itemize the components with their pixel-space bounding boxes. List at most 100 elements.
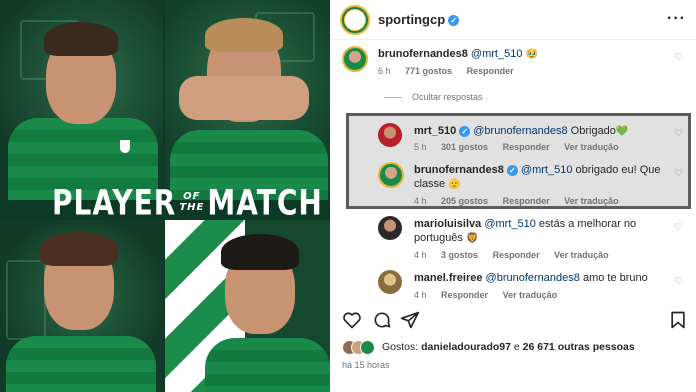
comment-mention[interactable]: @brunofernandes8 [473,125,567,137]
comment-meta: 6 h 771 gostos Responder [378,66,526,76]
comment-avatar[interactable] [342,46,368,72]
post-image[interactable]: PLAYER OF THE MATCH [0,0,330,392]
player-photo-bottom-left [0,220,163,392]
player-hair [44,22,118,56]
player-photo-bottom-right [165,220,330,392]
comment-body: amo te bruno [579,272,648,284]
comment-text: brunofernandes8 ✓ @mrt_510 obrigado eu! Q… [414,163,661,192]
comment-text: marioluisilva @mrt_510 estás a melhorar … [414,217,636,246]
post-action-bar [330,306,696,334]
translate-button[interactable]: Ver tradução [554,250,609,260]
verified-badge-icon: ✓ [448,15,460,27]
comment-like-heart-icon[interactable]: ♡ [674,53,684,63]
player-of-the-match-title: PLAYER OF THE MATCH [52,180,322,224]
account-name[interactable]: sportingcp ✓ [378,12,460,27]
comment-time: 4 h [414,290,427,300]
translate-button[interactable]: Ver tradução [564,196,619,206]
comment-meta: 4 h 3 gostos Responder Ver tradução [414,250,621,260]
send-icon[interactable] [400,310,420,330]
comment-username[interactable]: manel.freiree [414,272,482,284]
comment-username[interactable]: mrt_510 [414,125,456,137]
reply-button[interactable]: Responder [503,142,550,152]
comment-time: 4 h [414,250,427,260]
club-crest [120,140,130,153]
liker-username[interactable]: danieladourado97 [421,341,511,353]
comment-like-heart-icon[interactable]: ♡ [674,223,684,233]
comment-text: mrt_510 ✓ @brunofernandes8 Obrigado💚 [414,124,628,139]
reply-button[interactable]: Responder [493,250,540,260]
comment-username[interactable]: brunofernandes8 [414,164,504,176]
comment-icon[interactable] [372,310,392,330]
comment-meta: 4 h Responder Ver tradução [414,290,569,300]
verified-badge-icon: ✓ [459,125,471,137]
account-avatar[interactable] [340,5,370,35]
comment-text: manel.freiree @brunofernandes8 amo te br… [414,271,648,285]
player-hair [205,18,283,52]
replies-divider [384,96,402,98]
comment-meta: 4 h 205 gostos Responder Ver tradução [414,196,631,206]
title-of-the: OF THE [179,191,204,213]
comment-likes[interactable]: 771 gostos [405,66,452,76]
reply-button[interactable]: Responder [503,196,550,206]
likes-conjunction: e [510,341,523,353]
title-the: THE [179,202,205,213]
comment-mention[interactable]: @mrt_510 [471,48,523,60]
comment-avatar[interactable] [378,123,402,147]
bookmark-icon[interactable] [668,310,688,330]
more-horizontal-icon[interactable]: ··· [667,10,686,28]
comment-likes[interactable]: 3 gostos [441,250,478,260]
comment-time: 4 h [414,196,427,206]
verified-badge-icon: ✓ [506,164,518,176]
hide-replies-button[interactable]: Ocultar respostas [384,92,483,102]
comment-time: 5 h [414,142,427,152]
title-of: OF [183,191,201,202]
comment-likes[interactable]: 301 gostos [441,142,488,152]
comment-mention[interactable]: @brunofernandes8 [486,272,580,284]
comment-emoji: 💚 [615,126,629,137]
comment-avatar[interactable] [378,162,404,188]
player-hair [221,234,299,270]
comment-like-heart-icon[interactable]: ♡ [674,277,684,287]
comment-avatar[interactable] [378,216,402,240]
comment-emoji: 🦁 [466,233,479,244]
account-username[interactable]: sportingcp [378,12,445,27]
liker-avatar [360,340,375,355]
comment-meta: 5 h 301 gostos Responder Ver tradução [414,142,631,152]
player-hands [179,76,309,120]
player-photo-top-right [165,0,330,200]
heart-icon[interactable] [342,310,362,330]
comment-username[interactable]: brunofernandes8 [378,48,468,60]
player-shirt [6,336,156,392]
post-time: há 15 horas [342,360,390,370]
comment-body-line2: classe [414,178,446,190]
comment-emoji: 🥹 [525,49,538,60]
comment-body: estás a melhorar no [535,218,637,230]
reply-button[interactable]: Responder [467,66,514,76]
translate-button[interactable]: Ver tradução [564,142,619,152]
liked-by-avatars[interactable] [342,340,376,356]
hide-replies-label[interactable]: Ocultar respostas [412,92,483,102]
instagram-post-panel: sportingcp ✓ ··· brunofernandes8 @mrt_510… [330,0,696,392]
reply-button[interactable]: Responder [441,290,488,300]
comment-emoji: 🫡 [448,179,461,190]
likes-prefix: Gostos: [382,341,422,353]
translate-button[interactable]: Ver tradução [503,290,558,300]
comment-likes[interactable]: 205 gostos [441,196,488,206]
pitch-graphic [6,260,46,340]
comment-text: brunofernandes8 @mrt_510 🥹 [378,47,538,62]
post-header: sportingcp ✓ ··· [330,0,696,40]
comment-body: Obrigado [567,125,616,137]
comment-like-heart-icon[interactable]: ♡ [674,129,684,139]
comment-mention[interactable]: @mrt_510 [521,164,573,176]
comment-avatar[interactable] [378,270,402,294]
likes-summary: Gostos: danieladourado97 e 26 671 outras… [382,341,635,353]
comment-mention[interactable]: @mrt_510 [484,218,536,230]
player-photo-top-left [0,0,163,200]
comment-like-heart-icon[interactable]: ♡ [674,169,684,179]
likes-others-link[interactable]: 26 671 outras pessoas [523,341,635,353]
title-match: MATCH [207,181,323,223]
comment-username[interactable]: marioluisilva [414,218,481,230]
comment-time: 6 h [378,66,391,76]
title-player: PLAYER [52,181,177,223]
player-shirt [205,338,330,392]
